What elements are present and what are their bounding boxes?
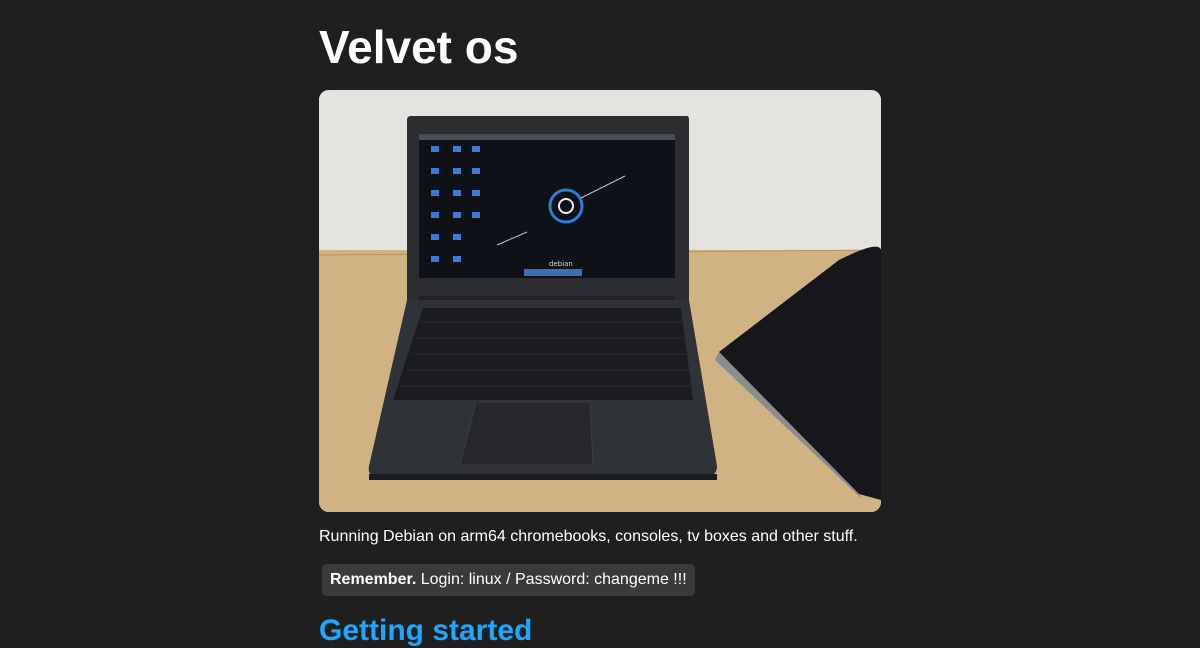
hero-image: debian	[319, 90, 881, 512]
page-description: Running Debian on arm64 chromebooks, con…	[319, 528, 858, 545]
notice-text: Login: linux / Password: changeme !!!	[416, 571, 687, 588]
getting-started-heading[interactable]: Getting started	[319, 614, 532, 648]
login-notice: Remember. Login: linux / Password: chang…	[322, 564, 695, 596]
screen-label: debian	[549, 260, 573, 268]
notice-strong: Remember.	[330, 571, 417, 588]
page-title: Velvet os	[319, 21, 519, 73]
